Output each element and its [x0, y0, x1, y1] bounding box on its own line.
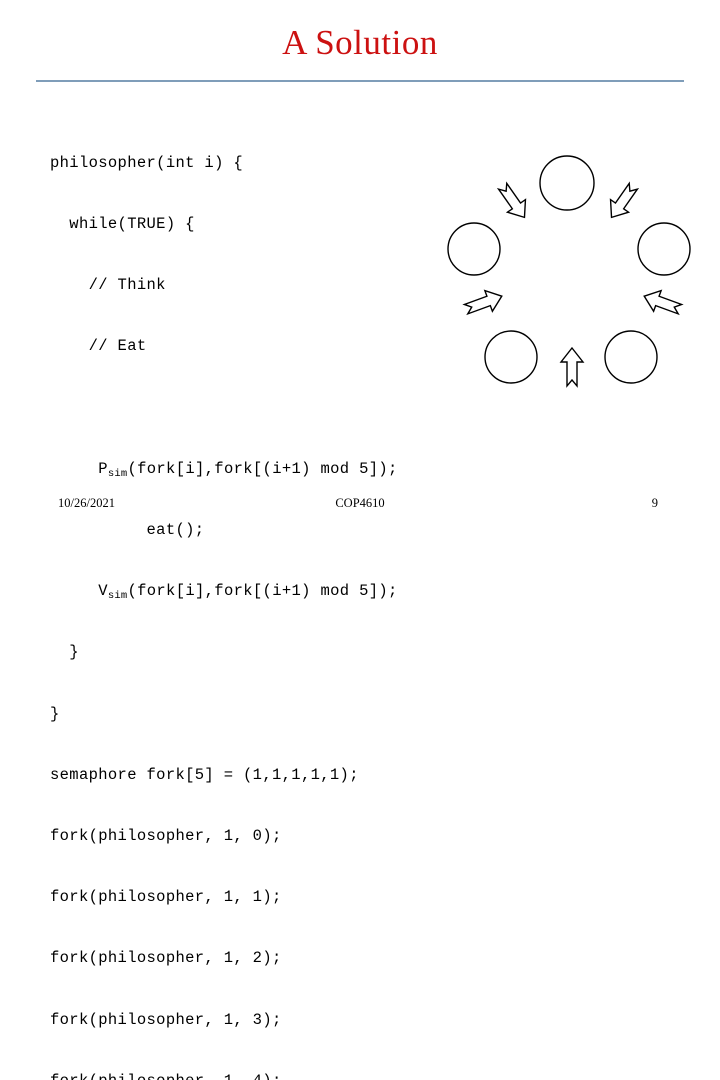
- fork-upper-left-arrow-icon: [492, 179, 535, 225]
- code-line: fork(philosopher, 1, 4);: [50, 1071, 398, 1080]
- code-segment: (fork[i],fork[(i+1) mod 5]);: [127, 459, 398, 478]
- code-line: fork(philosopher, 1, 0);: [50, 827, 282, 846]
- dining-philosophers-diagram: [440, 150, 700, 395]
- page-title: A Solution: [282, 23, 438, 62]
- code-line: // Eat: [50, 337, 147, 356]
- code-line: eat();: [50, 521, 205, 540]
- code-line: while(TRUE) {: [50, 215, 195, 234]
- code-line: // Think: [50, 276, 166, 295]
- code-line: fork(philosopher, 1, 2);: [50, 949, 282, 968]
- fork-lower-left-arrow-icon: [461, 285, 507, 321]
- title-divider: [36, 80, 684, 82]
- philosopher-bottom-right: [604, 330, 658, 384]
- fork-arrows: [461, 179, 685, 387]
- code-segment: (fork[i],fork[(i+1) mod 5]);: [127, 582, 398, 601]
- code-line-v-sim: Vsim(fork[i],fork[(i+1) mod 5]);: [50, 581, 398, 603]
- code-line: }: [50, 704, 60, 723]
- subscript-sim: sim: [107, 590, 128, 603]
- subscript-sim: sim: [107, 467, 128, 480]
- fork-lower-right-arrow-icon: [639, 285, 685, 321]
- philosopher-right: [637, 222, 691, 276]
- code-block: philosopher(int i) { while(TRUE) { // Th…: [50, 112, 398, 1080]
- code-line: philosopher(int i) {: [50, 153, 244, 172]
- code-line: semaphore fork[5] = (1,1,1,1,1);: [50, 765, 359, 784]
- philosopher-circles: [447, 155, 691, 384]
- code-line: fork(philosopher, 1, 1);: [50, 888, 282, 907]
- fork-upper-right-arrow-icon: [601, 179, 644, 225]
- fork-bottom-arrow-icon: [560, 347, 584, 387]
- philosopher-left: [447, 222, 501, 276]
- code-line: fork(philosopher, 1, 3);: [50, 1010, 282, 1029]
- philosopher-bottom-left: [484, 330, 538, 384]
- code-segment: V: [50, 582, 108, 601]
- philosopher-top: [539, 155, 595, 211]
- code-segment: P: [50, 459, 108, 478]
- slide: A Solution philosopher(int i) { while(TR…: [0, 0, 720, 1080]
- code-line: }: [50, 643, 79, 662]
- footer-page-number: 9: [651, 496, 658, 510]
- code-line-p-sim: Psim(fork[i],fork[(i+1) mod 5]);: [50, 459, 398, 480]
